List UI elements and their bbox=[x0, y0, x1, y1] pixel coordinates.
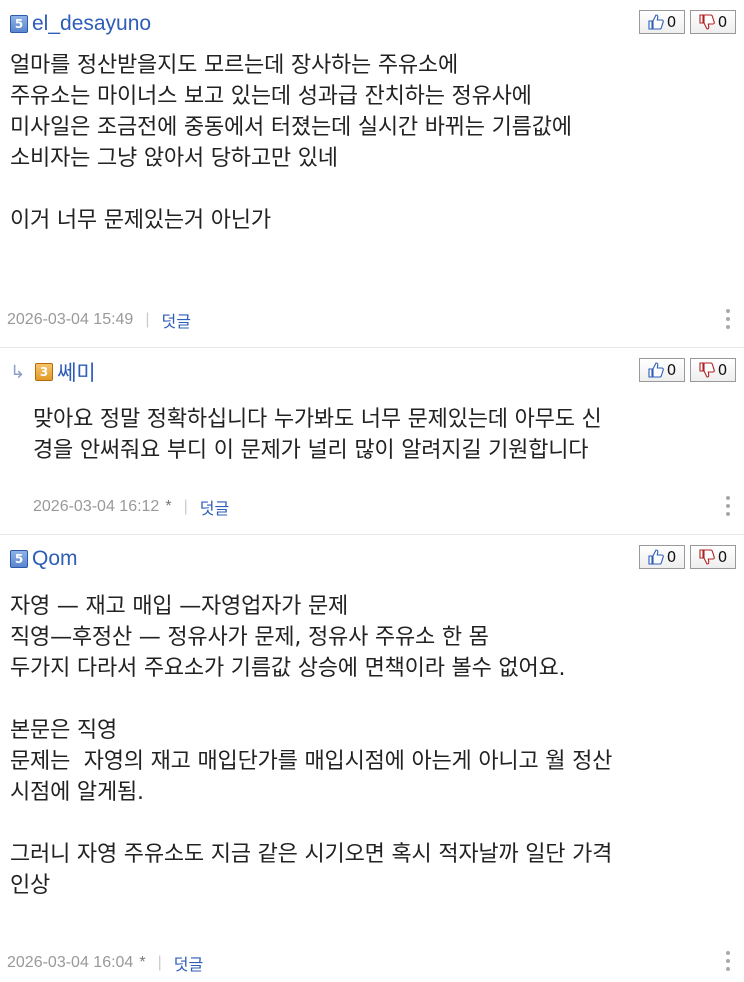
more-options-icon[interactable] bbox=[726, 309, 730, 329]
reply-link[interactable]: 덧글 bbox=[174, 951, 203, 975]
comment-header: 5 el_desayuno bbox=[10, 10, 151, 38]
nickname[interactable]: el_desayuno bbox=[32, 12, 151, 36]
comment-text: 얼마를 정산받을지도 모르는데 장사하는 주유소에 주유소는 마이너스 보고 있… bbox=[10, 53, 572, 233]
dislike-count: 0 bbox=[717, 13, 728, 31]
nickname[interactable]: 쎄미 bbox=[57, 357, 96, 387]
like-count: 0 bbox=[666, 13, 677, 31]
more-options-icon[interactable] bbox=[726, 951, 730, 971]
reply-arrow-icon: ↳ bbox=[10, 361, 26, 383]
dislike-count: 0 bbox=[717, 548, 728, 566]
thumbs-up-icon bbox=[648, 362, 664, 378]
like-button[interactable]: 0 bbox=[639, 545, 685, 569]
like-count: 0 bbox=[666, 548, 677, 566]
like-button[interactable]: 0 bbox=[639, 10, 685, 34]
comment-header: 5 Qom bbox=[10, 545, 78, 573]
thumbs-down-icon bbox=[699, 14, 715, 30]
comment-date: 2026-03-04 16:12 bbox=[33, 498, 160, 515]
vote-buttons: 0 0 bbox=[639, 545, 736, 569]
dislike-count: 0 bbox=[717, 361, 728, 379]
more-options-icon[interactable] bbox=[726, 496, 730, 516]
divider: | bbox=[157, 954, 162, 971]
edited-mark: * bbox=[139, 954, 146, 971]
like-button[interactable]: 0 bbox=[639, 358, 685, 382]
dislike-button[interactable]: 0 bbox=[690, 545, 736, 569]
thumbs-up-icon bbox=[648, 549, 664, 565]
comment-meta: 2026-03-04 16:04 * | 덧글 bbox=[7, 951, 203, 975]
comment: 5 Qom 0 0 자영 — 재고 매입 —자영업자가 문제 직영—후정산 — … bbox=[0, 535, 744, 982]
user-level-badge: 5 bbox=[10, 15, 28, 33]
vote-buttons: 0 0 bbox=[639, 358, 736, 382]
comment-meta: 2026-03-04 16:12 * | 덧글 bbox=[33, 495, 229, 519]
comment: 5 el_desayuno 0 0 얼마를 정산받을지도 모르는데 장사하는 주… bbox=[0, 0, 744, 348]
nickname[interactable]: Qom bbox=[32, 547, 78, 571]
thumbs-down-icon bbox=[699, 362, 715, 378]
comment-text: 맞아요 정말 정확하십니다 누가봐도 너무 문제있는데 아무도 신 경을 안써줘… bbox=[33, 407, 602, 463]
user-level-badge: 3 bbox=[35, 363, 54, 381]
thumbs-down-icon bbox=[699, 549, 715, 565]
thumbs-up-icon bbox=[648, 14, 664, 30]
vote-buttons: 0 0 bbox=[639, 10, 736, 34]
dislike-button[interactable]: 0 bbox=[690, 10, 736, 34]
comment-header: ↳ 3 쎄미 bbox=[10, 358, 96, 386]
user-level-badge: 5 bbox=[10, 550, 28, 568]
comment-date: 2026-03-04 15:49 bbox=[7, 311, 134, 328]
divider: | bbox=[183, 498, 188, 515]
comment-meta: 2026-03-04 15:49 | 덧글 bbox=[7, 308, 191, 332]
reply-link[interactable]: 덧글 bbox=[200, 495, 229, 519]
divider: | bbox=[145, 311, 150, 328]
reply-link[interactable]: 덧글 bbox=[161, 308, 190, 332]
dislike-button[interactable]: 0 bbox=[690, 358, 736, 382]
comment-text: 자영 — 재고 매입 —자영업자가 문제 직영—후정산 — 정유사가 문제, 정… bbox=[10, 594, 613, 898]
like-count: 0 bbox=[666, 361, 677, 379]
comment-reply: ↳ 3 쎄미 0 0 맞아요 정말 정확하십니다 누가봐도 너무 문제있는데 아… bbox=[0, 348, 744, 535]
comment-date: 2026-03-04 16:04 bbox=[7, 954, 134, 971]
edited-mark: * bbox=[165, 498, 172, 515]
